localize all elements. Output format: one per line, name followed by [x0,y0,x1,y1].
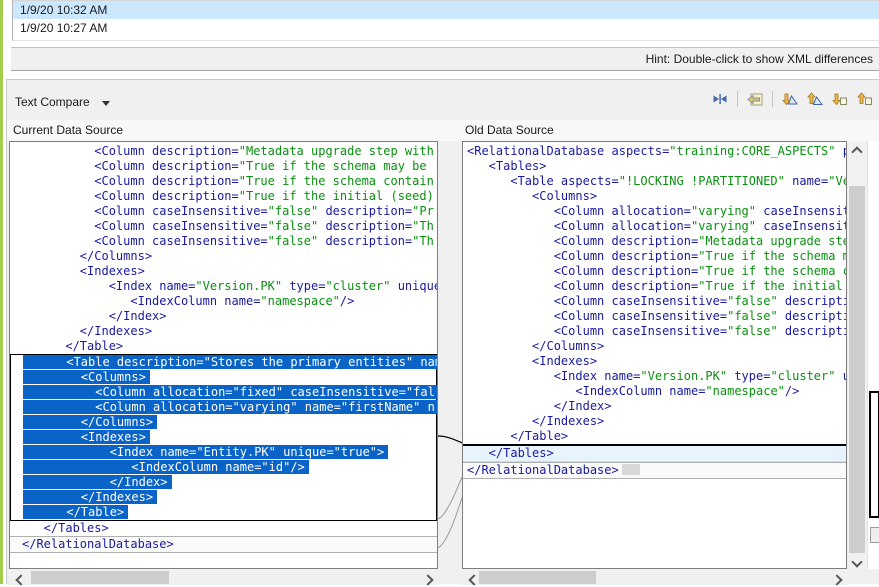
code-line[interactable]: </Table> [10,339,437,354]
code-line[interactable]: <IndexColumn name="namespace"/> [463,384,846,399]
code-line[interactable]: </Indexes> [11,490,436,505]
code-line[interactable]: </Tables> [463,444,846,462]
code-line[interactable]: </Table> [463,429,846,444]
code-line[interactable]: <Index name="Entity.PK" unique="true"> [11,445,436,460]
scroll-up-arrow[interactable] [853,145,863,155]
left-pane-title: Current Data Source [13,120,123,140]
chevron-down-icon [102,101,110,106]
next-difference-glyph [781,91,799,107]
code-line[interactable]: <Column caseInsensitive="false" descript… [463,294,846,309]
code-line[interactable]: </Tables> [10,521,437,536]
code-line[interactable]: <Columns> [463,189,846,204]
hint-text: Hint: Double-click to show XML differenc… [646,52,873,66]
code-line[interactable]: <Table aspects="!LOCKING !PARTITIONED" n… [463,174,846,189]
code-line[interactable]: </Indexes> [10,324,437,339]
revision-history-list: 1/9/20 10:32 AM1/9/20 10:27 AM [12,0,879,41]
code-line[interactable]: <Index name="Version.PK" type="cluster" … [10,279,437,294]
code-line[interactable]: <Columns> [11,370,436,385]
code-line[interactable]: <Column description="Metadata upgrade st… [10,144,437,159]
previous-change-glyph [856,91,874,107]
previous-difference-icon[interactable] [804,90,826,108]
previous-difference-glyph [806,91,824,107]
toolbar-icons [709,90,876,108]
code-line[interactable]: <Indexes> [10,264,437,279]
scroll-left-arrow[interactable] [15,573,27,583]
overview-current-change-marker[interactable] [869,391,879,518]
scroll-right-arrow[interactable] [831,573,843,583]
code-line[interactable]: <Column description="True if the initial… [10,189,437,204]
current-data-source-pane: <Column description="Metadata upgrade st… [9,141,438,585]
code-line[interactable]: <Column description="Metadata upgrade st… [463,234,846,249]
left-horizontal-scrollbar[interactable] [9,570,438,585]
empty-selection-chip [622,464,640,475]
vertical-scrollbar[interactable] [848,141,866,569]
copy-all-glyph [746,91,764,107]
window-accent-border [0,0,3,584]
code-line[interactable]: <RelationalDatabase aspects="training:CO… [463,144,846,159]
swap-left-right-icon[interactable] [709,90,731,108]
code-line[interactable]: </RelationalDatabase> [463,462,846,479]
code-line[interactable]: <Column description="True if the schema … [10,159,437,174]
code-line[interactable]: <Tables> [463,159,846,174]
pane-headers: Current Data Source Old Data Source [7,120,879,141]
code-line[interactable]: <Index name="Version.PK" type="cluster" … [463,369,846,384]
code-line[interactable]: </Columns> [11,415,436,430]
scroll-right-arrow[interactable] [422,573,434,583]
code-line[interactable]: </Index> [11,475,436,490]
next-difference-icon[interactable] [779,90,801,108]
compare-mode-label: Text Compare [15,95,90,109]
code-line[interactable]: <Column description="True if the schema … [463,249,846,264]
previous-change-icon[interactable] [854,90,876,108]
old-data-source-pane: <RelationalDatabase aspects="training:CO… [462,141,847,585]
code-line[interactable]: <Column description="True if the schema … [10,174,437,189]
code-line[interactable]: </Columns> [10,249,437,264]
code-line[interactable]: <Indexes> [463,354,846,369]
code-line[interactable]: </RelationalDatabase> [10,536,437,553]
compare-mode-dropdown[interactable]: Text Compare [15,94,110,112]
code-line[interactable]: <Column caseInsensitive="false" descript… [463,324,846,339]
history-row[interactable]: 1/9/20 10:32 AM [13,1,879,19]
code-line[interactable]: <Column caseInsensitive="false" descript… [10,234,437,249]
old-data-source-editor[interactable]: <RelationalDatabase aspects="training:CO… [462,141,847,569]
code-line[interactable]: </Index> [10,309,437,324]
toolbar-separator [772,91,773,107]
compare-toolbar: Text Compare [7,80,879,121]
code-line[interactable]: <Column allocation="varying" caseInsensi… [463,219,846,234]
compare-editor: Text Compare [6,79,879,584]
selected-diff-block[interactable]: <Table description="Stores the primary e… [10,354,437,521]
scroll-down-arrow[interactable] [853,555,863,565]
code-line[interactable]: </Columns> [463,339,846,354]
code-line[interactable]: <Column allocation="varying" name="first… [11,400,436,415]
code-line[interactable]: <IndexColumn name="namespace"/> [10,294,437,309]
hint-bar: Hint: Double-click to show XML differenc… [11,47,879,71]
code-line[interactable]: <Column caseInsensitive="false" descript… [10,219,437,234]
swap-left-right-glyph [711,91,729,107]
overview-change-marker[interactable] [870,527,879,543]
code-line[interactable]: <IndexColumn name="id"/> [11,460,436,475]
next-change-glyph [831,91,849,107]
code-line[interactable]: </Index> [463,399,846,414]
diff-overview-ruler [867,141,879,569]
code-line[interactable]: <Table description="Stores the primary e… [11,355,436,370]
code-line[interactable]: </Indexes> [463,414,846,429]
vscroll-thumb[interactable] [849,186,865,553]
code-line[interactable]: <Column caseInsensitive="false" descript… [463,309,846,324]
code-line[interactable]: <Column description="True if the schema … [463,264,846,279]
code-line[interactable]: <Column allocation="fixed" caseInsensiti… [11,385,436,400]
copy-all-right-to-left-icon[interactable] [744,90,766,108]
code-line[interactable]: <Column allocation="varying" caseInsensi… [463,204,846,219]
code-line[interactable]: <Column description="True if the initial… [463,279,846,294]
code-line[interactable]: <Column caseInsensitive="false" descript… [10,204,437,219]
next-change-icon[interactable] [829,90,851,108]
right-pane-title: Old Data Source [465,120,554,140]
toolbar-separator [737,91,738,107]
history-row[interactable]: 1/9/20 10:27 AM [13,19,879,37]
code-line[interactable]: <Indexes> [11,430,436,445]
current-data-source-editor[interactable]: <Column description="Metadata upgrade st… [9,141,438,569]
right-horizontal-scrollbar[interactable] [462,570,847,585]
left-hscroll-thumb[interactable] [31,571,169,584]
right-hscroll-thumb[interactable] [479,571,596,584]
code-line[interactable]: </Table> [11,505,436,520]
